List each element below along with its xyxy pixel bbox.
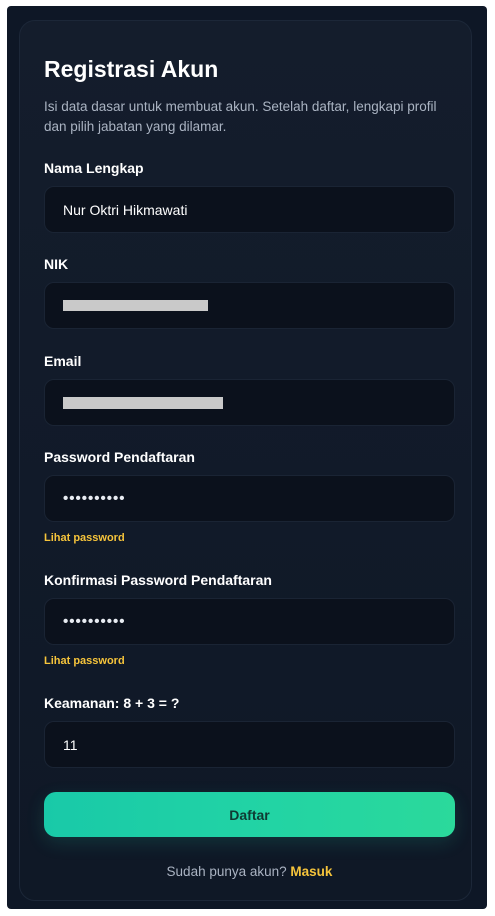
confirm-password-input[interactable]: •••••••••• (44, 598, 455, 645)
nik-input[interactable] (44, 282, 455, 329)
login-prompt: Sudah punya akun? Masuk (44, 864, 455, 879)
password-masked-value: •••••••••• (63, 490, 126, 507)
password-input[interactable]: •••••••••• (44, 475, 455, 522)
captcha-label: Keamanan: 8 + 3 = ? (44, 695, 180, 711)
show-confirm-password-toggle[interactable]: Lihat password (44, 655, 125, 667)
form-description: Isi data dasar untuk membuat akun. Setel… (44, 99, 437, 134)
email-input[interactable] (44, 379, 455, 426)
confirm-password-label: Konfirmasi Password Pendaftaran (44, 572, 272, 588)
captcha-input-value: 11 (63, 736, 78, 753)
login-prompt-text: Sudah punya akun? (166, 864, 287, 879)
name-label: Nama Lengkap (44, 160, 144, 176)
login-link[interactable]: Masuk (290, 864, 332, 879)
name-input-value: Nur Oktri Hikmawati (63, 201, 188, 218)
captcha-input[interactable]: 11 (44, 721, 455, 768)
email-label: Email (44, 353, 82, 369)
confirm-password-masked-value: •••••••••• (63, 613, 126, 630)
show-password-toggle[interactable]: Lihat password (44, 532, 125, 544)
nik-redacted-value (63, 300, 208, 311)
register-button[interactable]: Daftar (44, 792, 455, 837)
email-redacted-value (63, 396, 223, 409)
name-input[interactable]: Nur Oktri Hikmawati (44, 186, 455, 233)
password-label: Password Pendaftaran (44, 449, 195, 465)
app-frame: Registrasi Akun Isi data dasar untuk mem… (7, 6, 487, 909)
nik-label: NIK (44, 256, 69, 272)
form-title: Registrasi Akun (44, 56, 219, 82)
